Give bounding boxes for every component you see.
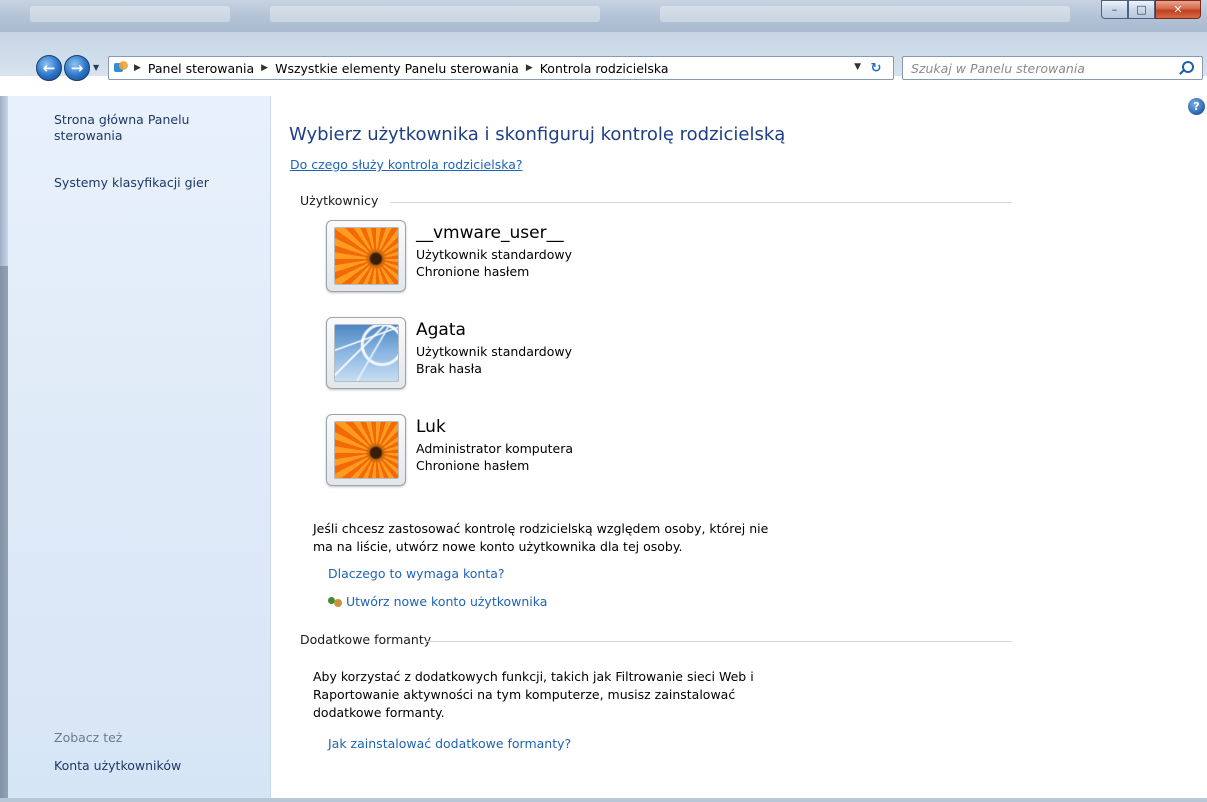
arrow-right-icon: → [70,59,84,77]
section-divider [426,641,1012,642]
title-blur [270,6,600,22]
forward-button[interactable]: → [64,55,90,81]
help-icon[interactable]: ? [1188,98,1205,115]
breadcrumb-all-items[interactable]: Wszystkie elementy Panelu sterowania [275,61,519,76]
extra-controls-heading: Dodatkowe formanty [300,632,432,647]
user-password-status: Brak hasła [416,361,482,376]
title-bar: – □ ✕ [0,0,1207,32]
title-blur [30,6,230,22]
window-controls: – □ ✕ [1101,0,1201,19]
window-frame-bottom [0,798,1207,802]
extra-text-line: dodatkowe formanty. [313,705,445,720]
address-dropdown[interactable]: ▼ [854,62,861,72]
user-type: Administrator komputera [416,441,574,456]
create-account-link[interactable]: Utwórz nowe konto użytkownika [346,594,547,609]
avatar-picture [334,421,399,479]
install-controls-link[interactable]: Jak zainstalować dodatkowe formanty? [328,736,571,751]
user-name[interactable]: __vmware_user__ [416,223,564,243]
see-also-heading: Zobacz też [54,730,123,745]
users-icon [328,596,344,610]
user-name[interactable]: Agata [416,320,466,340]
avatar-picture [334,324,399,382]
search-placeholder: Szukaj w Panelu sterowania [911,60,1085,76]
info-text-line: Jeśli chcesz zastosować kontrolę rodzici… [313,521,769,536]
refresh-icon: ↻ [870,60,882,76]
info-text-line: ma na liście, utwórz nowe konto użytkown… [313,539,683,554]
sidebar: Strona główna Panelu sterowania Systemy … [8,96,271,802]
page-title: Wybierz użytkownika i skonfiguruj kontro… [289,124,786,145]
user-card[interactable]: Agata Użytkownik standardowy Brak hasła [326,317,626,397]
user-name[interactable]: Luk [416,417,446,437]
extra-text-line: Aby korzystać z dodatkowych funkcji, tak… [313,669,754,684]
control-panel-icon [113,60,129,76]
frame-shadow [0,266,8,802]
breadcrumb-control-panel[interactable]: Panel sterowania [148,61,254,76]
address-bar[interactable]: ▶ Panel sterowania ▶ Wszystkie elementy … [108,56,894,80]
avatar[interactable] [326,220,406,292]
extra-controls-text: Aby korzystać z dodatkowych funkcji, tak… [313,668,853,722]
sidebar-item-label: Strona główna Panelu [54,112,190,127]
minimize-button[interactable]: – [1101,0,1128,19]
arrow-left-icon: ← [42,59,56,77]
breadcrumb-separator[interactable]: ▶ [261,63,268,73]
breadcrumb-separator: ▶ [134,63,141,73]
refresh-button[interactable]: ↻ [862,57,890,79]
user-password-status: Chronione hasłem [416,264,530,279]
title-blur [660,6,1070,22]
breadcrumb-separator[interactable]: ▶ [526,63,533,73]
extra-text-line: Raportowanie aktywności na tym komputerz… [313,687,736,702]
sidebar-item-game-ratings[interactable]: Systemy klasyfikacji gier [54,175,209,191]
avatar[interactable] [326,414,406,486]
avatar-picture [334,227,399,285]
user-password-status: Chronione hasłem [416,458,530,473]
breadcrumb-parental-controls[interactable]: Kontrola rodzicielska [540,61,669,76]
section-divider [390,202,1012,203]
user-card[interactable]: __vmware_user__ Użytkownik standardowy C… [326,220,626,300]
what-is-parental-control-link[interactable]: Do czego służy kontrola rodzicielska? [290,157,523,172]
window-frame-left [0,96,8,802]
maximize-button[interactable]: □ [1128,0,1155,19]
recent-pages-dropdown[interactable]: ▼ [93,63,99,72]
search-icon[interactable] [1182,61,1194,73]
back-button[interactable]: ← [36,55,62,81]
search-input[interactable]: Szukaj w Panelu sterowania [902,56,1203,80]
users-section-heading: Użytkownicy [300,193,379,208]
sidebar-item-label: sterowania [54,128,123,143]
user-type: Użytkownik standardowy [416,247,572,262]
info-text: Jeśli chcesz zastosować kontrolę rodzici… [313,520,853,556]
sidebar-item-control-panel-home[interactable]: Strona główna Panelu sterowania [54,112,189,144]
close-button[interactable]: ✕ [1155,0,1201,19]
avatar[interactable] [326,317,406,389]
why-account-link[interactable]: Dlaczego to wymaga konta? [328,566,505,581]
user-type: Użytkownik standardowy [416,344,572,359]
sidebar-item-user-accounts[interactable]: Konta użytkowników [54,758,181,774]
user-card[interactable]: Luk Administrator komputera Chronione ha… [326,414,626,494]
